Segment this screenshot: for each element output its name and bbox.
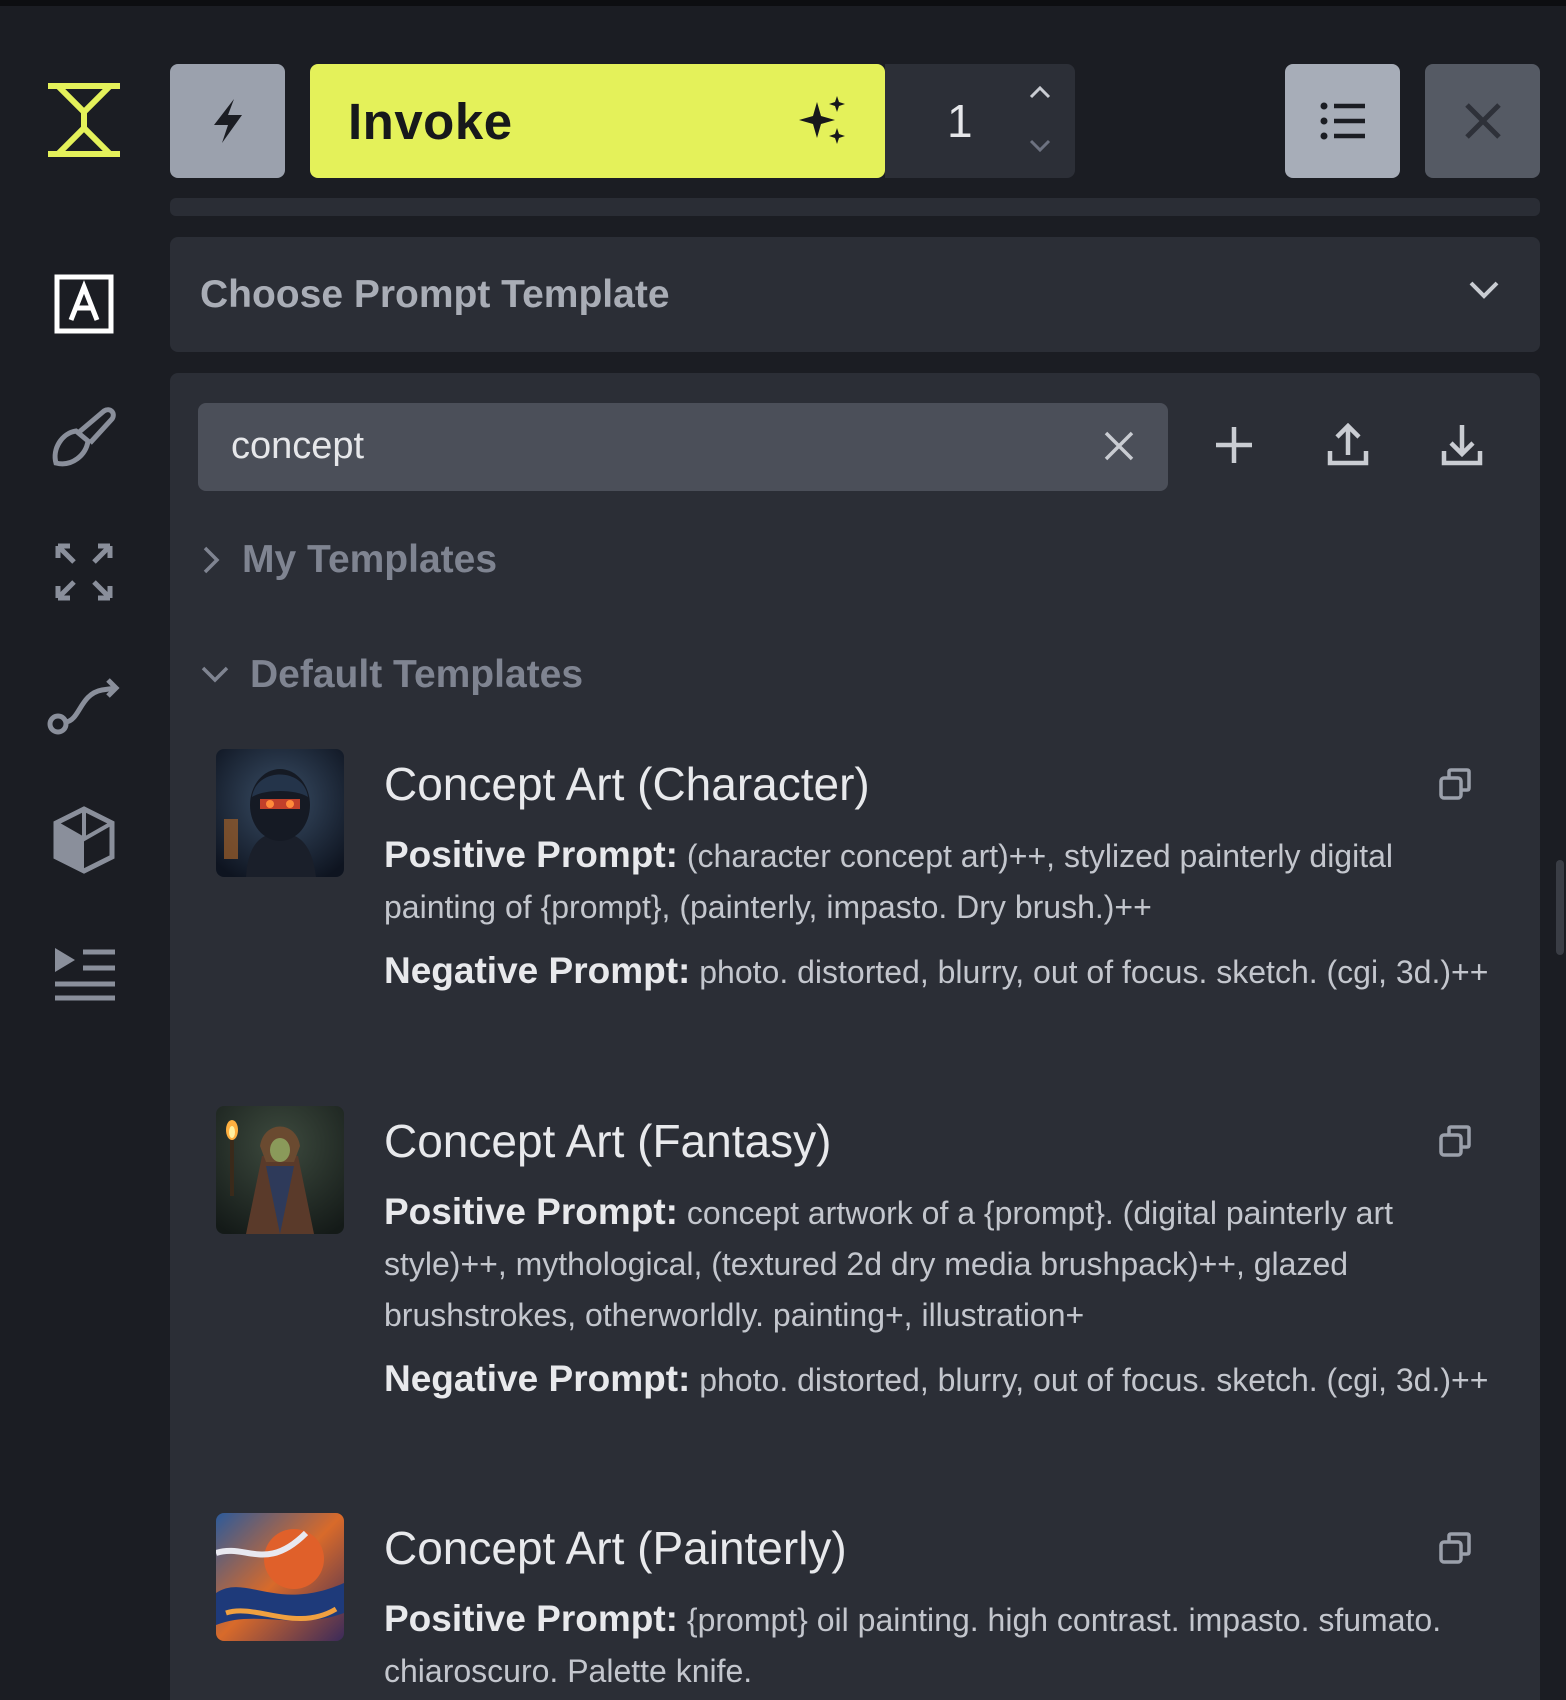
cancel-button[interactable]: [1425, 64, 1540, 178]
export-templates-button[interactable]: [1318, 415, 1378, 475]
template-thumbnail: [216, 1106, 344, 1234]
queue-list-icon[interactable]: [36, 926, 132, 1022]
window-top-edge: [0, 0, 1566, 6]
template-prompts: Positive Prompt: concept artwork of a {p…: [384, 1186, 1509, 1418]
iterations-stepper[interactable]: 1: [885, 64, 1075, 178]
close-icon[interactable]: [1102, 429, 1136, 463]
negative-prompt-label: Negative Prompt:: [384, 950, 691, 991]
download-icon: [1441, 425, 1483, 466]
templates-panel: concept My Templates Default Templates C…: [170, 373, 1540, 1700]
prompt-template-select[interactable]: Choose Prompt Template: [170, 237, 1540, 352]
chevron-down-icon[interactable]: [1028, 138, 1052, 154]
my-templates-label: My Templates: [242, 538, 498, 581]
positive-prompt-label: Positive Prompt:: [384, 1191, 678, 1232]
workflow-icon[interactable]: [36, 658, 132, 754]
add-template-button[interactable]: [1204, 415, 1264, 475]
text-a-icon[interactable]: [36, 256, 132, 352]
iterations-value[interactable]: 1: [947, 94, 973, 148]
my-templates-toggle[interactable]: My Templates: [200, 538, 497, 582]
upload-icon: [1327, 423, 1369, 466]
negative-prompt-text: photo. distorted, blurry, out of focus. …: [699, 954, 1489, 990]
positive-prompt: Positive Prompt: {prompt} oil painting. …: [384, 1593, 1509, 1697]
search-value[interactable]: concept: [231, 425, 364, 468]
negative-prompt: Negative Prompt: photo. distorted, blurr…: [384, 1353, 1509, 1406]
negative-prompt-label: Negative Prompt:: [384, 1358, 691, 1399]
chevron-up-icon[interactable]: [1028, 84, 1052, 100]
invoke-logo-icon[interactable]: [36, 72, 132, 168]
brush-icon[interactable]: [36, 390, 132, 486]
positive-prompt-label: Positive Prompt:: [384, 834, 678, 875]
chevron-down-icon: [201, 666, 229, 683]
template-title: Concept Art (Painterly): [384, 1522, 847, 1574]
positive-prompt: Positive Prompt: concept artwork of a {p…: [384, 1186, 1509, 1341]
template-thumbnail: [216, 1513, 344, 1641]
invoke-button[interactable]: Invoke: [310, 64, 885, 178]
queue-list-button[interactable]: [1285, 64, 1400, 178]
copy-icon[interactable]: [1438, 767, 1472, 801]
negative-prompt-text: photo. distorted, blurry, out of focus. …: [699, 1362, 1489, 1398]
scrollbar-thumb[interactable]: [1556, 860, 1564, 955]
default-templates-label: Default Templates: [250, 653, 584, 696]
app-window: Invoke 1 Choose Prompt Template concept …: [0, 0, 1566, 1700]
list-icon: [1320, 102, 1365, 140]
template-title: Concept Art (Character): [384, 758, 870, 810]
close-icon: [1464, 103, 1501, 139]
default-templates-toggle[interactable]: Default Templates: [200, 653, 583, 697]
negative-prompt: Negative Prompt: photo. distorted, blurr…: [384, 945, 1509, 998]
positive-prompt-label: Positive Prompt:: [384, 1598, 678, 1639]
invoke-label: Invoke: [348, 92, 513, 150]
template-thumbnail: [216, 749, 344, 877]
cube-icon[interactable]: [36, 792, 132, 888]
prompt-template-placeholder: Choose Prompt Template: [200, 273, 670, 316]
positive-prompt: Positive Prompt: (character concept art)…: [384, 829, 1509, 933]
invoke-front-button[interactable]: [170, 64, 285, 178]
chevron-down-icon: [1469, 281, 1499, 299]
progress-bar: [170, 198, 1540, 216]
sparkles-icon: [799, 96, 845, 144]
template-prompts: Positive Prompt: (character concept art)…: [384, 829, 1509, 1010]
import-templates-button[interactable]: [1432, 415, 1492, 475]
template-prompts: Positive Prompt: {prompt} oil painting. …: [384, 1593, 1509, 1700]
sidebar: [0, 6, 168, 1700]
copy-icon[interactable]: [1438, 1124, 1472, 1158]
expand-arrows-icon[interactable]: [36, 524, 132, 620]
template-title: Concept Art (Fantasy): [384, 1115, 832, 1167]
chevron-right-icon: [203, 546, 220, 574]
plus-icon: [1216, 427, 1252, 463]
search-input[interactable]: concept: [198, 403, 1168, 491]
copy-icon[interactable]: [1438, 1531, 1472, 1565]
lightning-icon: [213, 99, 242, 143]
